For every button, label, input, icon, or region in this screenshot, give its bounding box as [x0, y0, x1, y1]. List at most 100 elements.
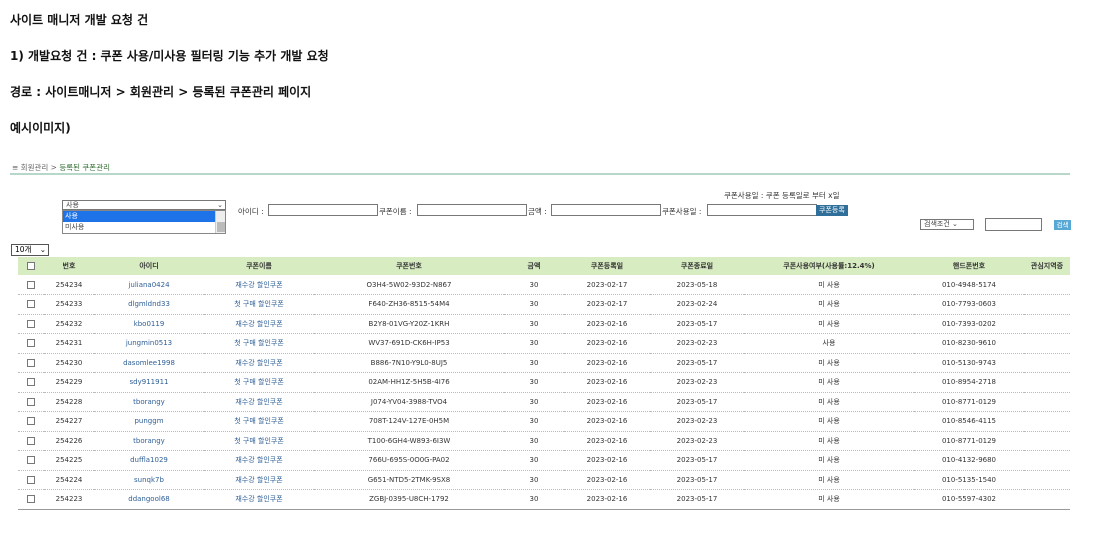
- per-page-value: 10개: [15, 245, 32, 254]
- coupon-name[interactable]: 첫 구매 할인쿠폰: [204, 372, 314, 393]
- coupon-name[interactable]: 재수강 할인쿠폰: [204, 450, 314, 471]
- select-all-checkbox[interactable]: [18, 257, 44, 275]
- registered-date: 2023-02-16: [564, 411, 650, 432]
- scrollbar-thumb[interactable]: [217, 222, 225, 232]
- col-header: 쿠폰번호: [314, 257, 504, 275]
- coupon-name[interactable]: 첫 구매 할인쿠폰: [204, 294, 314, 315]
- user-id[interactable]: dlgmldnd33: [94, 294, 204, 315]
- registered-date: 2023-02-16: [564, 489, 650, 510]
- user-id[interactable]: sunqk7b: [94, 470, 204, 490]
- row-checkbox[interactable]: [18, 470, 44, 490]
- row-number: 254234: [44, 275, 94, 295]
- amount: 30: [504, 275, 564, 295]
- registered-date: 2023-02-16: [564, 353, 650, 373]
- usage-status: 미 사용: [744, 431, 914, 451]
- interest-region: [1024, 314, 1070, 334]
- interest-region: [1024, 431, 1070, 451]
- breadcrumb-parent[interactable]: ≡ 회원관리 >: [12, 163, 59, 172]
- row-checkbox[interactable]: [18, 411, 44, 432]
- search-input[interactable]: [985, 218, 1042, 231]
- coupon-name[interactable]: 재수강 할인쿠폰: [204, 489, 314, 510]
- coupon-name[interactable]: 첫 구매 할인쿠폰: [204, 431, 314, 451]
- user-id[interactable]: juliana0424: [94, 275, 204, 295]
- amount: 30: [504, 470, 564, 490]
- end-date: 2023-05-18: [650, 275, 744, 295]
- user-id[interactable]: duffla1029: [94, 450, 204, 471]
- row-checkbox[interactable]: [18, 392, 44, 412]
- row-checkbox[interactable]: [18, 372, 44, 393]
- admin-screenshot: ≡ 회원관리 > 등록된 쿠폰관리 쿠폰사용일 : 쿠폰 등록일로 부터 x일 …: [0, 156, 1103, 535]
- phone-number: 010-7393-0202: [914, 314, 1024, 334]
- table-row: 254229 sdy911911 첫 구매 할인쿠폰 02AM-HH1Z-5H5B-4…: [18, 372, 1070, 393]
- amount: 30: [504, 294, 564, 315]
- table-row: 254226 tborangy 첫 구매 할인쿠폰 T100-6GH4-W893-6I…: [18, 431, 1070, 451]
- phone-number: 010-8771-0129: [914, 431, 1024, 451]
- row-number: 254232: [44, 314, 94, 334]
- coupon-code: 02AM-HH1Z-5H5B-4I76: [314, 372, 504, 393]
- coupon-code: WV37-691D-CK6H-IP53: [314, 333, 504, 354]
- coupon-name[interactable]: 재수강 할인쿠폰: [204, 392, 314, 412]
- user-id[interactable]: sdy911911: [94, 372, 204, 393]
- coupon-name[interactable]: 재수강 할인쿠폰: [204, 353, 314, 373]
- row-checkbox[interactable]: [18, 489, 44, 510]
- doc-title: 사이트 매니저 개발 요청 건: [10, 13, 149, 27]
- usage-date-input[interactable]: [707, 204, 817, 216]
- amount: 30: [504, 392, 564, 412]
- table-row: 254227 punggm 첫 구매 할인쿠폰 708T-124V-127E-0H5M…: [18, 411, 1070, 432]
- interest-region: [1024, 275, 1070, 295]
- usage-filter-dropdown[interactable]: 사용 미사용: [62, 210, 226, 234]
- col-header: 금액: [504, 257, 564, 275]
- end-date: 2023-02-23: [650, 333, 744, 354]
- row-checkbox[interactable]: [18, 431, 44, 451]
- phone-number: 010-8230-9610: [914, 333, 1024, 354]
- user-id[interactable]: jungmin0513: [94, 333, 204, 354]
- coupon-name-input[interactable]: [417, 204, 527, 216]
- row-checkbox[interactable]: [18, 353, 44, 373]
- end-date: 2023-02-23: [650, 431, 744, 451]
- coupon-name-label: 쿠폰이름 :: [379, 207, 412, 216]
- col-header: 핸드폰번호: [914, 257, 1024, 275]
- table-row: 254231 jungmin0513 첫 구매 할인쿠폰 WV37-691D-CK6H…: [18, 333, 1070, 354]
- end-date: 2023-02-24: [650, 294, 744, 315]
- coupon-code: 708T-124V-127E-0H5M: [314, 411, 504, 432]
- amount-input[interactable]: [551, 204, 661, 216]
- user-id[interactable]: punggm: [94, 411, 204, 432]
- row-checkbox[interactable]: [18, 294, 44, 315]
- user-id[interactable]: tborangy: [94, 392, 204, 412]
- end-date: 2023-05-17: [650, 353, 744, 373]
- row-checkbox[interactable]: [18, 314, 44, 334]
- doc-path: 경로 : 사이트매니저 > 회원관리 > 등록된 쿠폰관리 페이지: [10, 85, 312, 99]
- user-id[interactable]: kbo0119: [94, 314, 204, 334]
- search-button[interactable]: 검색: [1054, 220, 1071, 230]
- dropdown-scrollbar[interactable]: [215, 211, 225, 233]
- coupon-name[interactable]: 첫 구매 할인쿠폰: [204, 333, 314, 354]
- amount: 30: [504, 353, 564, 373]
- filter-option-unused[interactable]: 미사용: [63, 222, 215, 233]
- end-date: 2023-05-17: [650, 489, 744, 510]
- per-page-select[interactable]: 10개 ⌄: [11, 244, 49, 256]
- coupon-name[interactable]: 재수강 할인쿠폰: [204, 470, 314, 490]
- coupon-usage-note: 쿠폰사용일 : 쿠폰 등록일로 부터 x일: [724, 191, 840, 200]
- registered-date: 2023-02-16: [564, 431, 650, 451]
- coupon-name[interactable]: 재수강 할인쿠폰: [204, 314, 314, 334]
- row-checkbox[interactable]: [18, 450, 44, 471]
- coupon-name[interactable]: 재수강 할인쿠폰: [204, 275, 314, 295]
- usage-filter-select[interactable]: 사용 ⌄: [62, 200, 226, 210]
- coupon-code: B886-7N10-Y9L0-8UJ5: [314, 353, 504, 373]
- row-checkbox[interactable]: [18, 333, 44, 354]
- row-checkbox[interactable]: [18, 275, 44, 295]
- coupon-name[interactable]: 첫 구매 할인쿠폰: [204, 411, 314, 432]
- user-id[interactable]: ddangool68: [94, 489, 204, 510]
- chevron-down-icon: ⌄: [952, 220, 958, 228]
- registered-date: 2023-02-16: [564, 372, 650, 393]
- id-input[interactable]: [268, 204, 378, 216]
- table-row: 254228 tborangy 재수강 할인쿠폰 J074-YV04-3988-TVO…: [18, 392, 1070, 412]
- registered-date: 2023-02-16: [564, 333, 650, 354]
- user-id[interactable]: tborangy: [94, 431, 204, 451]
- filter-option-used[interactable]: 사용: [63, 211, 215, 222]
- user-id[interactable]: dasomlee1998: [94, 353, 204, 373]
- search-condition-select[interactable]: 검색조건 ⌄: [920, 219, 974, 230]
- divider: [10, 173, 1070, 175]
- col-header: 쿠폰사용여부(사용률:12.4%): [744, 257, 914, 275]
- register-coupon-button[interactable]: 쿠폰등록: [816, 205, 848, 216]
